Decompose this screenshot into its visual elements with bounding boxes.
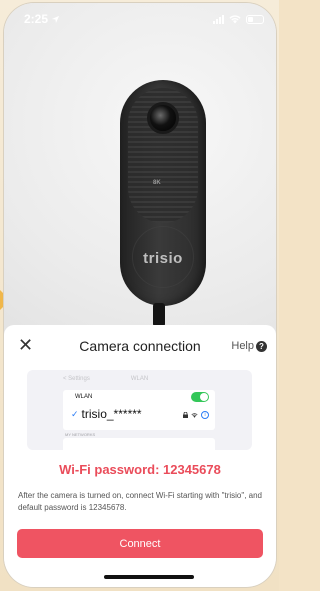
camera-hero-image: 2:25 8K trisio xyxy=(4,3,276,353)
wifi-small-icon xyxy=(191,412,198,418)
status-time-group: 2:25 xyxy=(24,12,60,26)
wifi-screenshot-back: < Settings xyxy=(63,376,90,382)
help-icon: ? xyxy=(256,340,267,352)
checkmark-icon: ✓ xyxy=(71,408,79,419)
network-row-icons: i xyxy=(183,411,209,419)
connect-button[interactable]: Connect xyxy=(17,529,263,558)
phone-frame: 2:25 8K trisio ✕ Camera connection Help … xyxy=(4,3,276,587)
my-networks-label: MY NETWORKS xyxy=(65,432,96,437)
screenshot-stage: 2:25 8K trisio ✕ Camera connection Help … xyxy=(0,0,279,591)
camera-lens xyxy=(147,102,179,134)
cellular-signal-icon xyxy=(213,14,224,24)
camera-connection-sheet: ✕ Camera connection Help ? < Settings WL… xyxy=(4,325,276,587)
sheet-title: Camera connection xyxy=(79,338,201,354)
wifi-screenshot-card: WLAN ✓ trisio_****** i xyxy=(63,390,215,430)
status-bar: 2:25 xyxy=(4,3,276,35)
status-time: 2:25 xyxy=(24,12,49,26)
wifi-settings-screenshot: < Settings WLAN WLAN ✓ trisio_****** i M… xyxy=(27,370,252,450)
wlan-toggle-icon xyxy=(191,392,209,402)
camera-cable xyxy=(153,303,165,327)
network-name: trisio_****** xyxy=(81,407,142,421)
status-icons xyxy=(213,14,264,24)
wifi-icon xyxy=(229,14,241,23)
camera-8k-badge: 8K xyxy=(153,180,161,186)
camera-brand-logo: trisio xyxy=(143,250,183,267)
help-label: Help xyxy=(231,340,254,352)
wlan-label: WLAN xyxy=(75,394,93,400)
location-arrow-icon xyxy=(51,15,60,23)
my-networks-card xyxy=(63,438,215,450)
network-row: ✓ trisio_****** xyxy=(71,407,142,421)
info-icon: i xyxy=(201,411,209,419)
home-indicator xyxy=(104,575,194,579)
wifi-screenshot-navbar: < Settings WLAN xyxy=(27,370,252,388)
connection-hint: After the camera is turned on, connect W… xyxy=(18,491,262,512)
sheet-header: ✕ Camera connection Help ? xyxy=(4,325,276,367)
close-icon[interactable]: ✕ xyxy=(18,336,33,354)
battery-icon xyxy=(246,14,264,24)
wifi-password-text: Wi-Fi password: 12345678 xyxy=(59,462,221,477)
lock-icon xyxy=(183,412,188,418)
wifi-screenshot-title: WLAN xyxy=(130,376,149,382)
help-button[interactable]: Help ? xyxy=(231,340,267,352)
camera-device: 8K trisio xyxy=(120,80,206,306)
